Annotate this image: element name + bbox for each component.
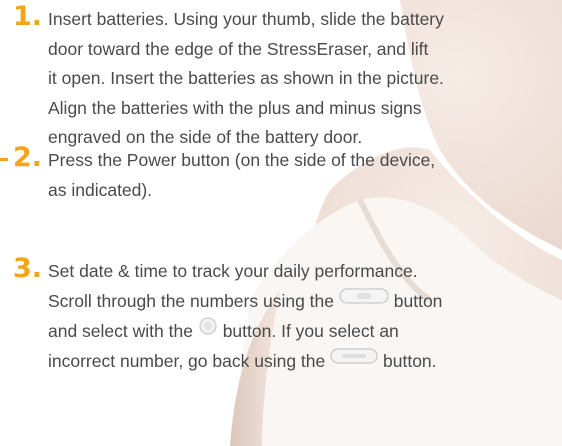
text-fragment: button. [383,350,437,371]
text-fragment: Scroll through the numbers using the [48,290,334,311]
text-line: Align the batteries with the plus and mi… [48,97,422,118]
text-fragment: incorrect number, go back using the [48,350,326,371]
back-button-icon [330,345,378,375]
step-number: 1. [13,1,43,32]
text-line: Press the Power button (on the side of t… [48,150,436,170]
text-line: Insert batteries. Using your thumb, slid… [48,9,444,29]
text-line: and select with the button. If you selec… [48,317,442,347]
step-number: 2. [13,142,43,173]
step-text: Press the Power button (on the side of t… [48,146,435,205]
step-text: Insert batteries. Using your thumb, slid… [48,5,444,153]
step-text: Set date & time to track your daily perf… [48,257,442,377]
text-line: as indicated). [48,179,153,200]
scroll-wheel-button-icon [339,285,389,315]
text-fragment: button. If you select an [222,320,399,341]
text-line: it open. Insert the batteries as shown i… [48,68,444,88]
text-line: incorrect number, go back using the butt… [48,347,442,377]
text-fragment: and select with the [48,320,193,341]
round-select-button-icon [198,315,218,345]
step-number: 3. [13,253,43,284]
accent-leader-mark [0,158,8,161]
text-fragment: button [393,290,443,311]
text-line: Set date & time to track your daily perf… [48,261,418,281]
text-line: door toward the edge of the StressEraser… [48,38,429,59]
text-line: Scroll through the numbers using the but… [48,287,442,317]
